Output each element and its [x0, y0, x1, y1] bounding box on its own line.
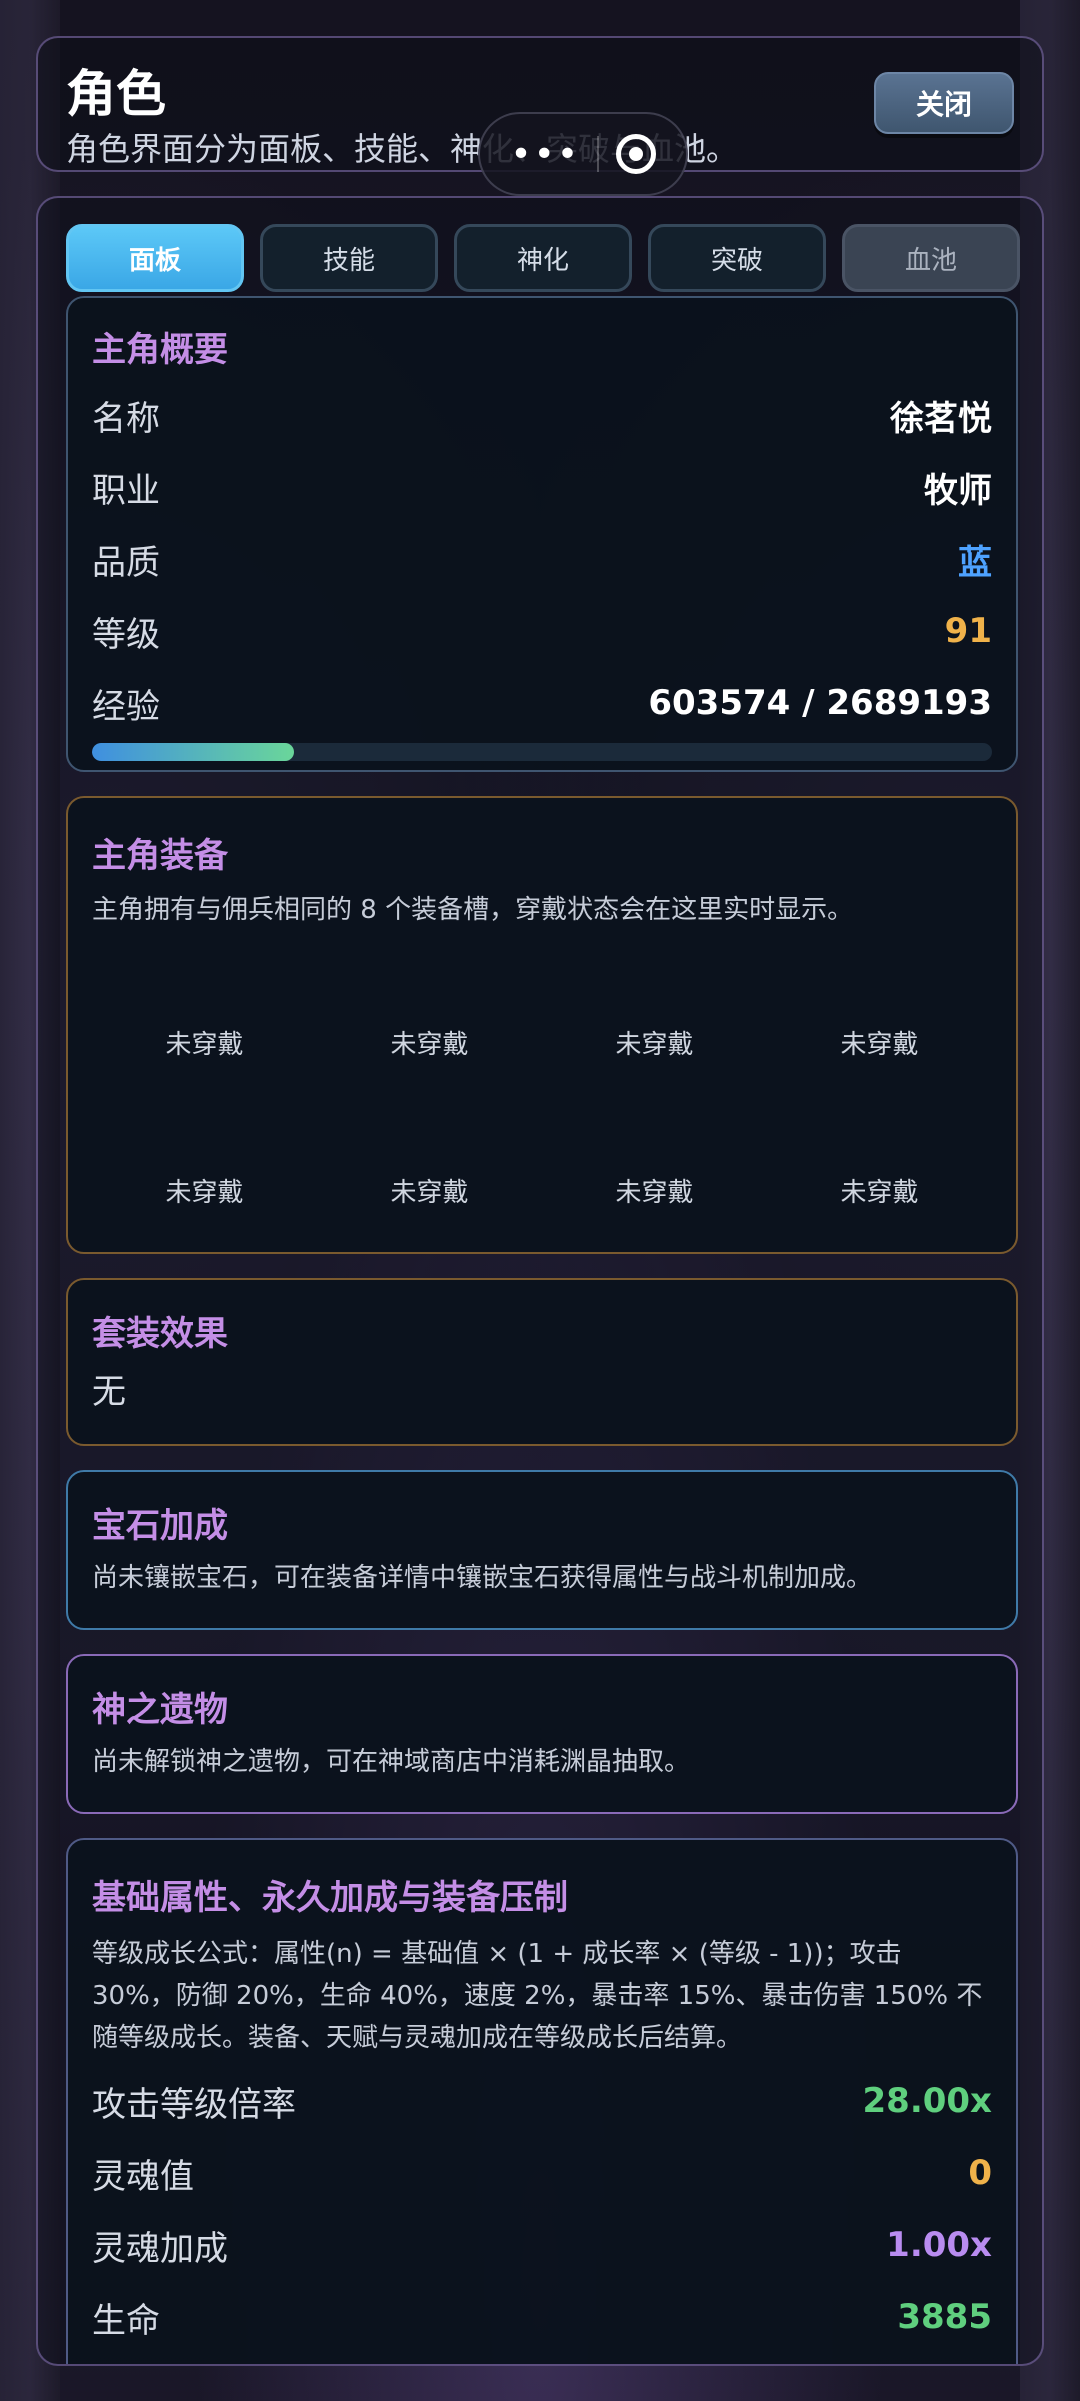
row-value: 1.00x: [886, 2225, 992, 2265]
equipment-slot[interactable]: 未穿戴: [767, 1061, 992, 1209]
tab-bar: 面板 技能 神化 突破 血池: [66, 224, 1020, 292]
target-icon[interactable]: [615, 134, 656, 174]
attributes-desc: 等级成长公式：属性(n) = 基础值 × (1 + 成长率 × (等级 - 1)…: [92, 1939, 983, 2053]
equipment-slots: 未穿戴 未穿戴 未穿戴 未穿戴 未穿戴 未穿戴 未穿戴 未穿戴: [92, 913, 992, 1209]
attributes-title: 基础属性、永久加成与装备压制: [92, 1878, 568, 1918]
attribute-row: 灵魂值 0: [92, 2137, 992, 2209]
row-value: 牧师: [924, 470, 992, 511]
more-dots-icon[interactable]: •••: [510, 134, 580, 175]
row-value: 3885: [897, 2297, 992, 2337]
main-panel: 面板 技能 神化 突破 血池 主角概要 名称 徐茗悦 职业 牧师 品质 蓝 等级…: [36, 196, 1044, 2366]
overview-row: 品质 蓝: [92, 523, 992, 595]
row-label: 职业: [92, 470, 160, 511]
row-value: 0: [968, 2153, 992, 2193]
row-value: 徐茗悦: [890, 398, 992, 439]
tab-deify[interactable]: 神化: [454, 224, 632, 292]
equipment-title: 主角装备: [92, 836, 228, 876]
set-effect-value: 无: [92, 1355, 992, 1421]
relic-desc: 尚未解锁神之遗物，可在神域商店中消耗渊晶抽取。: [92, 1747, 691, 1777]
row-label: 灵魂值: [92, 2156, 194, 2197]
attribute-row: 生命 3885: [92, 2281, 992, 2353]
close-button[interactable]: 关闭: [874, 72, 1014, 134]
overview-card: 主角概要 名称 徐茗悦 职业 牧师 品质 蓝 等级 91 经验 603574 /…: [66, 296, 1018, 772]
quality-value: 蓝: [958, 542, 992, 583]
equipment-slot[interactable]: 未穿戴: [542, 913, 767, 1061]
equipment-slot[interactable]: 未穿戴: [92, 1061, 317, 1209]
row-label: 品质: [92, 542, 160, 583]
attributes-card: 基础属性、永久加成与装备压制 等级成长公式：属性(n) = 基础值 × (1 +…: [66, 1838, 1018, 2364]
tab-panel[interactable]: 面板: [66, 224, 244, 292]
gem-bonus-desc: 尚未镶嵌宝石，可在装备详情中镶嵌宝石获得属性与战斗机制加成。: [92, 1563, 873, 1593]
row-label: 灵魂加成: [92, 2228, 228, 2269]
row-label: 生命: [92, 2300, 160, 2341]
relic-title: 神之遗物: [92, 1690, 228, 1730]
attribute-row: 灵魂加成 1.00x: [92, 2209, 992, 2281]
tab-breakthrough[interactable]: 突破: [648, 224, 826, 292]
level-value: 91: [944, 611, 992, 651]
relic-card: 神之遗物 尚未解锁神之遗物，可在神域商店中消耗渊晶抽取。: [66, 1654, 1018, 1814]
overview-row: 名称 徐茗悦: [92, 379, 992, 451]
tab-blood-pool[interactable]: 血池: [842, 224, 1020, 292]
capsule-divider: [596, 136, 599, 172]
row-value: 28.00x: [862, 2081, 992, 2121]
gem-bonus-title: 宝石加成: [92, 1506, 228, 1546]
xp-progress-fill: [92, 743, 294, 761]
overview-title: 主角概要: [92, 330, 228, 370]
tab-skills[interactable]: 技能: [260, 224, 438, 292]
equipment-slot[interactable]: 未穿戴: [317, 913, 542, 1061]
row-label: 名称: [92, 398, 160, 439]
equipment-slot[interactable]: 未穿戴: [767, 913, 992, 1061]
xp-value: 603574 / 2689193: [648, 683, 992, 723]
row-label: 经验: [92, 686, 160, 727]
row-label: 攻击等级倍率: [92, 2084, 296, 2125]
attribute-row: 攻击等级倍率 28.00x: [92, 2065, 992, 2137]
overview-row: 职业 牧师: [92, 451, 992, 523]
page-title: 角色: [66, 65, 166, 123]
row-label: 等级: [92, 614, 160, 655]
xp-progress-bar: [92, 743, 992, 761]
set-effect-text: 无: [92, 1371, 126, 1412]
equipment-slot[interactable]: 未穿戴: [542, 1061, 767, 1209]
set-effect-card: 套装效果 无: [66, 1278, 1018, 1446]
gem-bonus-card: 宝石加成 尚未镶嵌宝石，可在装备详情中镶嵌宝石获得属性与战斗机制加成。: [66, 1470, 1018, 1630]
equipment-slot[interactable]: 未穿戴: [317, 1061, 542, 1209]
mini-program-capsule: •••: [478, 112, 688, 196]
set-effect-title: 套装效果: [92, 1314, 228, 1354]
equipment-slot[interactable]: 未穿戴: [92, 913, 317, 1061]
overview-row: 等级 91: [92, 595, 992, 667]
overview-row: 经验 603574 / 2689193: [92, 667, 992, 739]
equipment-card: 主角装备 主角拥有与佣兵相同的 8 个装备槽，穿戴状态会在这里实时显示。 未穿戴…: [66, 796, 1018, 1254]
